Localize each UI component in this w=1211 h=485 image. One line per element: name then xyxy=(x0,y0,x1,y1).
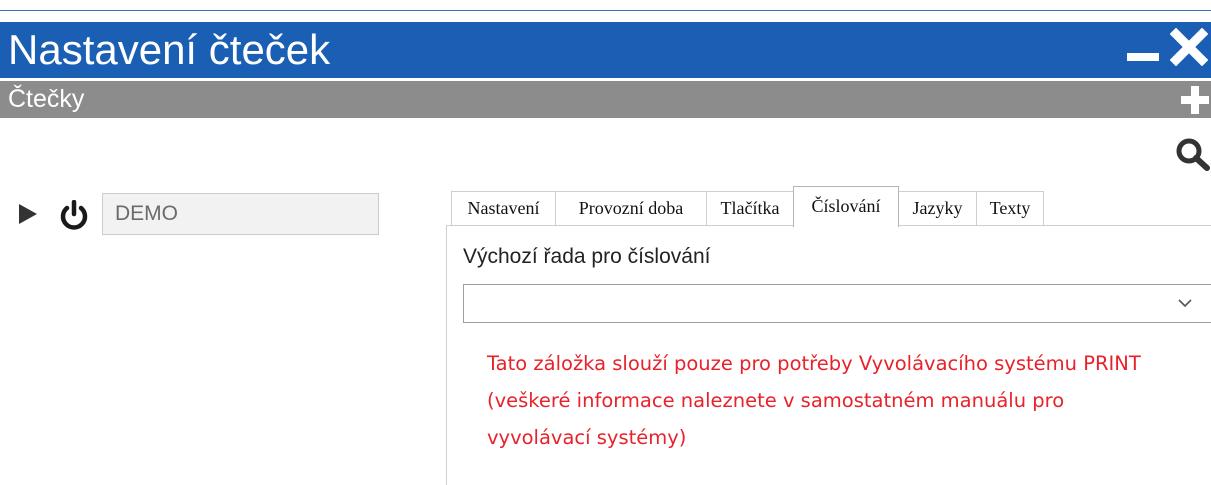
tab-nastaveni[interactable]: Nastavení xyxy=(451,191,556,226)
section-bar: Čtečky xyxy=(0,81,1211,118)
numbering-label: Výchozí řada pro číslování xyxy=(463,245,711,268)
notice-text: Tato záložka slouží pouze pro potřeby Vy… xyxy=(487,345,1211,456)
section-title: Čtečky xyxy=(8,85,85,113)
reader-name-field[interactable]: DEMO xyxy=(102,193,379,235)
title-bar: Nastavení čteček xyxy=(0,22,1211,78)
tab-texty[interactable]: Texty xyxy=(976,191,1044,226)
play-icon[interactable] xyxy=(17,203,39,225)
minimize-icon[interactable] xyxy=(1127,53,1159,61)
add-icon[interactable] xyxy=(1181,86,1209,114)
window-title: Nastavení čteček xyxy=(8,26,331,73)
search-icon[interactable] xyxy=(1175,137,1211,171)
notice-line: vyvolávací systémy) xyxy=(487,426,687,449)
tab-cislovani[interactable]: Číslování xyxy=(793,186,899,227)
close-icon[interactable] xyxy=(1170,28,1208,66)
numbering-select[interactable] xyxy=(463,284,1211,323)
tab-provozni-doba[interactable]: Provozní doba xyxy=(555,191,707,226)
tab-tlacitka[interactable]: Tlačítka xyxy=(706,191,794,226)
notice-line: (veškeré informace naleznete v samostatn… xyxy=(487,389,1065,412)
notice-line: Tato záložka slouží pouze pro potřeby Vy… xyxy=(487,352,1141,375)
tab-jazyky[interactable]: Jazyky xyxy=(898,191,977,226)
power-icon[interactable] xyxy=(58,200,90,230)
chevron-down-icon[interactable] xyxy=(1177,297,1193,309)
top-divider xyxy=(0,10,1211,11)
